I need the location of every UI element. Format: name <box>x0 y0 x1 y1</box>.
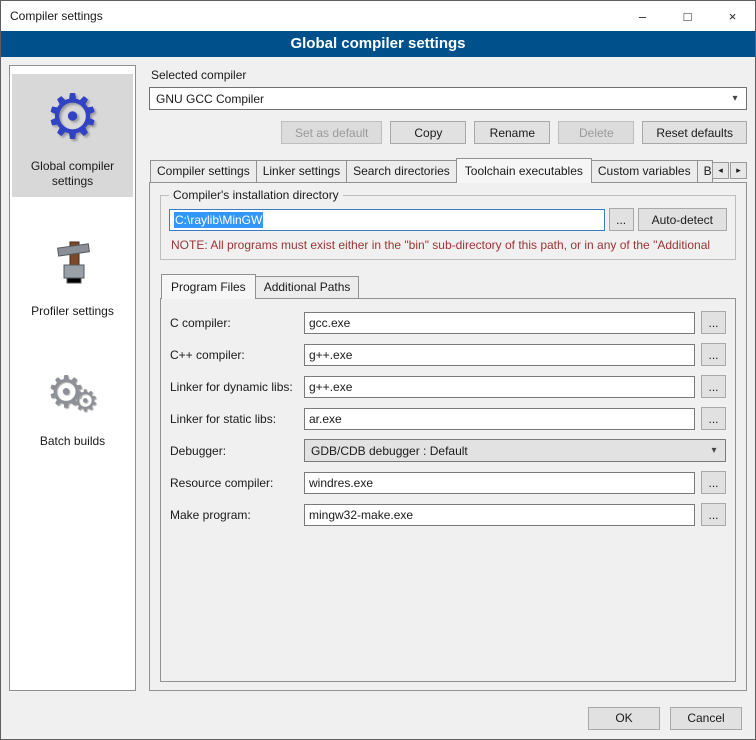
gear-icon: ⚙ <box>45 87 101 149</box>
chevron-down-icon: ▾ <box>705 445 723 456</box>
sidebar-item-label: Global compiler settings <box>14 159 131 189</box>
chevron-down-icon: ▾ <box>726 93 744 104</box>
batch-builds-gears-icon: ⚙ ⚙ <box>46 357 98 429</box>
linker-static-row: Linker for static libs: ar.exe ... <box>170 407 726 430</box>
tab-toolchain-executables[interactable]: Toolchain executables <box>456 158 592 183</box>
cpp-compiler-value: g++.exe <box>309 348 352 362</box>
linker-dynamic-label: Linker for dynamic libs: <box>170 380 298 394</box>
note-text: NOTE: All programs must exist either in … <box>171 238 727 252</box>
tab-scroll-arrows: ◂ ▸ <box>712 162 747 179</box>
linker-static-value: ar.exe <box>309 412 342 426</box>
maximize-icon[interactable]: □ <box>665 1 710 31</box>
tab-search-directories[interactable]: Search directories <box>346 160 457 182</box>
tab-scroll-right-icon[interactable]: ▸ <box>730 162 747 179</box>
cpp-compiler-row: C++ compiler: g++.exe ... <box>170 343 726 366</box>
c-compiler-label: C compiler: <box>170 316 298 330</box>
settings-tabs: Compiler settings Linker settings Search… <box>149 158 747 182</box>
make-program-input[interactable]: mingw32-make.exe <box>304 504 695 526</box>
resource-compiler-row: Resource compiler: windres.exe ... <box>170 471 726 494</box>
debugger-label: Debugger: <box>170 444 298 458</box>
c-compiler-input[interactable]: gcc.exe <box>304 312 695 334</box>
resource-compiler-label: Resource compiler: <box>170 476 298 490</box>
global-compiler-gear-icon: ⚙ <box>45 82 101 154</box>
debugger-combobox[interactable]: GDB/CDB debugger : Default ▾ <box>304 439 726 462</box>
tab-program-files[interactable]: Program Files <box>161 274 256 299</box>
toolchain-executables-panel: Compiler's installation directory C:\ray… <box>149 182 747 691</box>
installation-directory-row: C:\raylib\MinGW ... Auto-detect <box>169 208 727 231</box>
ok-button[interactable]: OK <box>588 707 660 730</box>
cpp-compiler-label: C++ compiler: <box>170 348 298 362</box>
sidebar-item-global-compiler-settings[interactable]: ⚙ Global compiler settings <box>12 74 133 197</box>
compiler-buttons-row: Set as default Copy Rename Delete Reset … <box>149 121 747 144</box>
browse-button[interactable]: ... <box>701 407 726 430</box>
linker-dynamic-input[interactable]: g++.exe <box>304 376 695 398</box>
c-compiler-value: gcc.exe <box>309 316 350 330</box>
page-title: Global compiler settings <box>1 31 755 57</box>
program-files-panel: C compiler: gcc.exe ... C++ compiler: g+… <box>160 298 736 682</box>
browse-button[interactable]: ... <box>701 471 726 494</box>
installation-directory-group-title: Compiler's installation directory <box>169 188 343 202</box>
sidebar-item-label: Batch builds <box>40 434 105 449</box>
cancel-button[interactable]: Cancel <box>670 707 742 730</box>
reset-defaults-button[interactable]: Reset defaults <box>642 121 747 144</box>
tab-compiler-settings[interactable]: Compiler settings <box>150 160 257 182</box>
auto-detect-button[interactable]: Auto-detect <box>638 208 727 231</box>
installation-directory-value: C:\raylib\MinGW <box>174 212 263 228</box>
content: ⚙ Global compiler settings Profiler sett… <box>1 57 755 697</box>
tab-linker-settings[interactable]: Linker settings <box>256 160 347 182</box>
window-title: Compiler settings <box>1 9 103 23</box>
tab-build-options[interactable]: Buil <box>697 160 713 182</box>
tab-additional-paths[interactable]: Additional Paths <box>255 276 360 298</box>
delete-button: Delete <box>558 121 634 144</box>
tab-custom-variables[interactable]: Custom variables <box>591 160 698 182</box>
make-program-label: Make program: <box>170 508 298 522</box>
linker-static-input[interactable]: ar.exe <box>304 408 695 430</box>
compiler-settings-window: Compiler settings – □ × Global compiler … <box>0 0 756 740</box>
sidebar-item-label: Profiler settings <box>31 304 114 319</box>
browse-directory-button[interactable]: ... <box>609 208 634 231</box>
debugger-value: GDB/CDB debugger : Default <box>311 444 468 458</box>
copy-button[interactable]: Copy <box>390 121 466 144</box>
sidebar: ⚙ Global compiler settings Profiler sett… <box>9 65 136 691</box>
make-program-row: Make program: mingw32-make.exe ... <box>170 503 726 526</box>
gear-icon: ⚙ <box>72 387 99 417</box>
installation-directory-input[interactable]: C:\raylib\MinGW <box>169 209 605 231</box>
selected-compiler-label: Selected compiler <box>151 68 747 82</box>
dialog-footer: OK Cancel <box>1 697 755 739</box>
debugger-row: Debugger: GDB/CDB debugger : Default ▾ <box>170 439 726 462</box>
make-program-value: mingw32-make.exe <box>309 508 413 522</box>
linker-dynamic-value: g++.exe <box>309 380 352 394</box>
linker-static-label: Linker for static libs: <box>170 412 298 426</box>
program-subtabs: Program Files Additional Paths <box>160 274 736 298</box>
resource-compiler-value: windres.exe <box>309 476 373 490</box>
resource-compiler-input[interactable]: windres.exe <box>304 472 695 494</box>
cpp-compiler-input[interactable]: g++.exe <box>304 344 695 366</box>
sidebar-item-batch-builds[interactable]: ⚙ ⚙ Batch builds <box>12 349 133 457</box>
set-as-default-button: Set as default <box>281 121 382 144</box>
profiler-tool-icon <box>49 227 97 299</box>
profiler-icon <box>49 239 97 287</box>
c-compiler-row: C compiler: gcc.exe ... <box>170 311 726 334</box>
linker-dynamic-row: Linker for dynamic libs: g++.exe ... <box>170 375 726 398</box>
selected-compiler-value: GNU GCC Compiler <box>156 92 264 106</box>
selected-compiler-combobox[interactable]: GNU GCC Compiler ▾ <box>149 87 747 110</box>
browse-button[interactable]: ... <box>701 375 726 398</box>
rename-button[interactable]: Rename <box>474 121 550 144</box>
close-icon[interactable]: × <box>710 1 755 31</box>
browse-button[interactable]: ... <box>701 311 726 334</box>
tab-scroll-left-icon[interactable]: ◂ <box>712 162 729 179</box>
titlebar: Compiler settings – □ × <box>1 1 755 31</box>
main-panel: Selected compiler GNU GCC Compiler ▾ Set… <box>149 65 747 691</box>
installation-directory-group: Compiler's installation directory C:\ray… <box>160 195 736 260</box>
browse-button[interactable]: ... <box>701 503 726 526</box>
window-controls: – □ × <box>620 1 755 31</box>
browse-button[interactable]: ... <box>701 343 726 366</box>
sidebar-item-profiler-settings[interactable]: Profiler settings <box>12 219 133 327</box>
minimize-icon[interactable]: – <box>620 1 665 31</box>
